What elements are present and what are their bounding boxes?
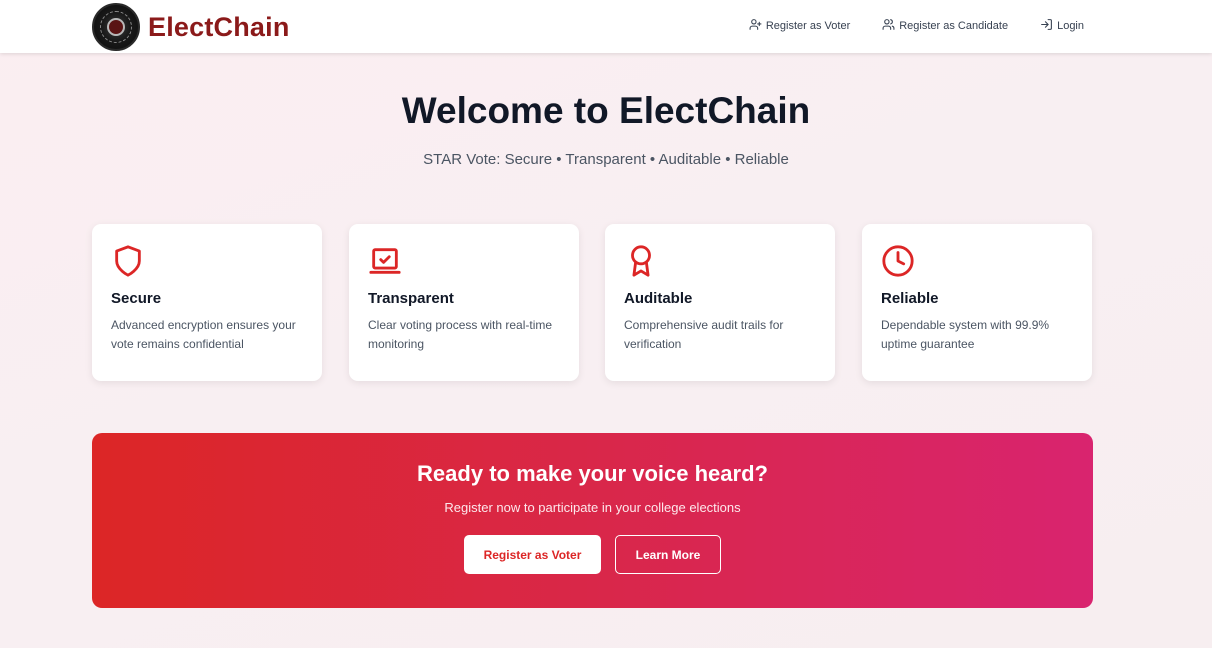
feature-title: Secure [111,290,162,307]
feature-description: Clear voting process with real-time moni… [368,318,553,351]
feature-title: Auditable [624,290,693,307]
navbar: ElectChain Register as Voter Register as… [0,0,1212,53]
hero-subtitle: STAR Vote: Secure • Transparent • Audita… [423,151,789,168]
shield-icon [111,244,145,278]
feature-description: Comprehensive audit trails for verificat… [624,318,784,351]
feature-card-transparent: Transparent Clear voting process with re… [349,224,579,381]
cta-buttons: Register as Voter Learn More [92,535,1093,574]
users-icon [882,18,895,34]
nav-login[interactable]: Login [1040,18,1084,34]
feature-description: Advanced encryption ensures your vote re… [111,318,296,351]
brand[interactable]: ElectChain [92,3,290,51]
feature-card-secure: Secure Advanced encryption ensures your … [92,224,322,381]
cta-subtitle: Register now to participate in your coll… [444,500,741,515]
learn-more-button[interactable]: Learn More [615,535,721,574]
page-title: Welcome to ElectChain [401,90,811,131]
register-voter-button[interactable]: Register as Voter [464,535,601,574]
nav-login-label: Login [1057,20,1084,32]
login-icon [1040,18,1053,34]
nav-register-voter[interactable]: Register as Voter [749,18,850,34]
user-plus-icon [749,18,762,34]
nav-register-voter-label: Register as Voter [765,20,851,32]
cta-title: Ready to make your voice heard? [417,461,768,486]
nav-register-candidate-label: Register as Candidate [899,20,1009,32]
feature-card-reliable: Reliable Dependable system with 99.9% up… [862,224,1092,381]
clock-icon [881,244,915,278]
feature-description: Dependable system with 99.9% uptime guar… [881,318,1050,351]
feature-title: Transparent [368,290,454,307]
brand-name: ElectChain [148,11,290,42]
seal-logo-icon [92,3,140,51]
feature-title: Reliable [881,290,939,307]
feature-card-auditable: Auditable Comprehensive audit trails for… [605,224,835,381]
award-icon [624,244,658,278]
nav-links: Register as Voter Register as Candidate … [749,18,1084,34]
cta-banner: Ready to make your voice heard? Register… [92,433,1093,608]
monitor-check-icon [368,244,402,278]
nav-register-candidate[interactable]: Register as Candidate [882,18,1008,34]
